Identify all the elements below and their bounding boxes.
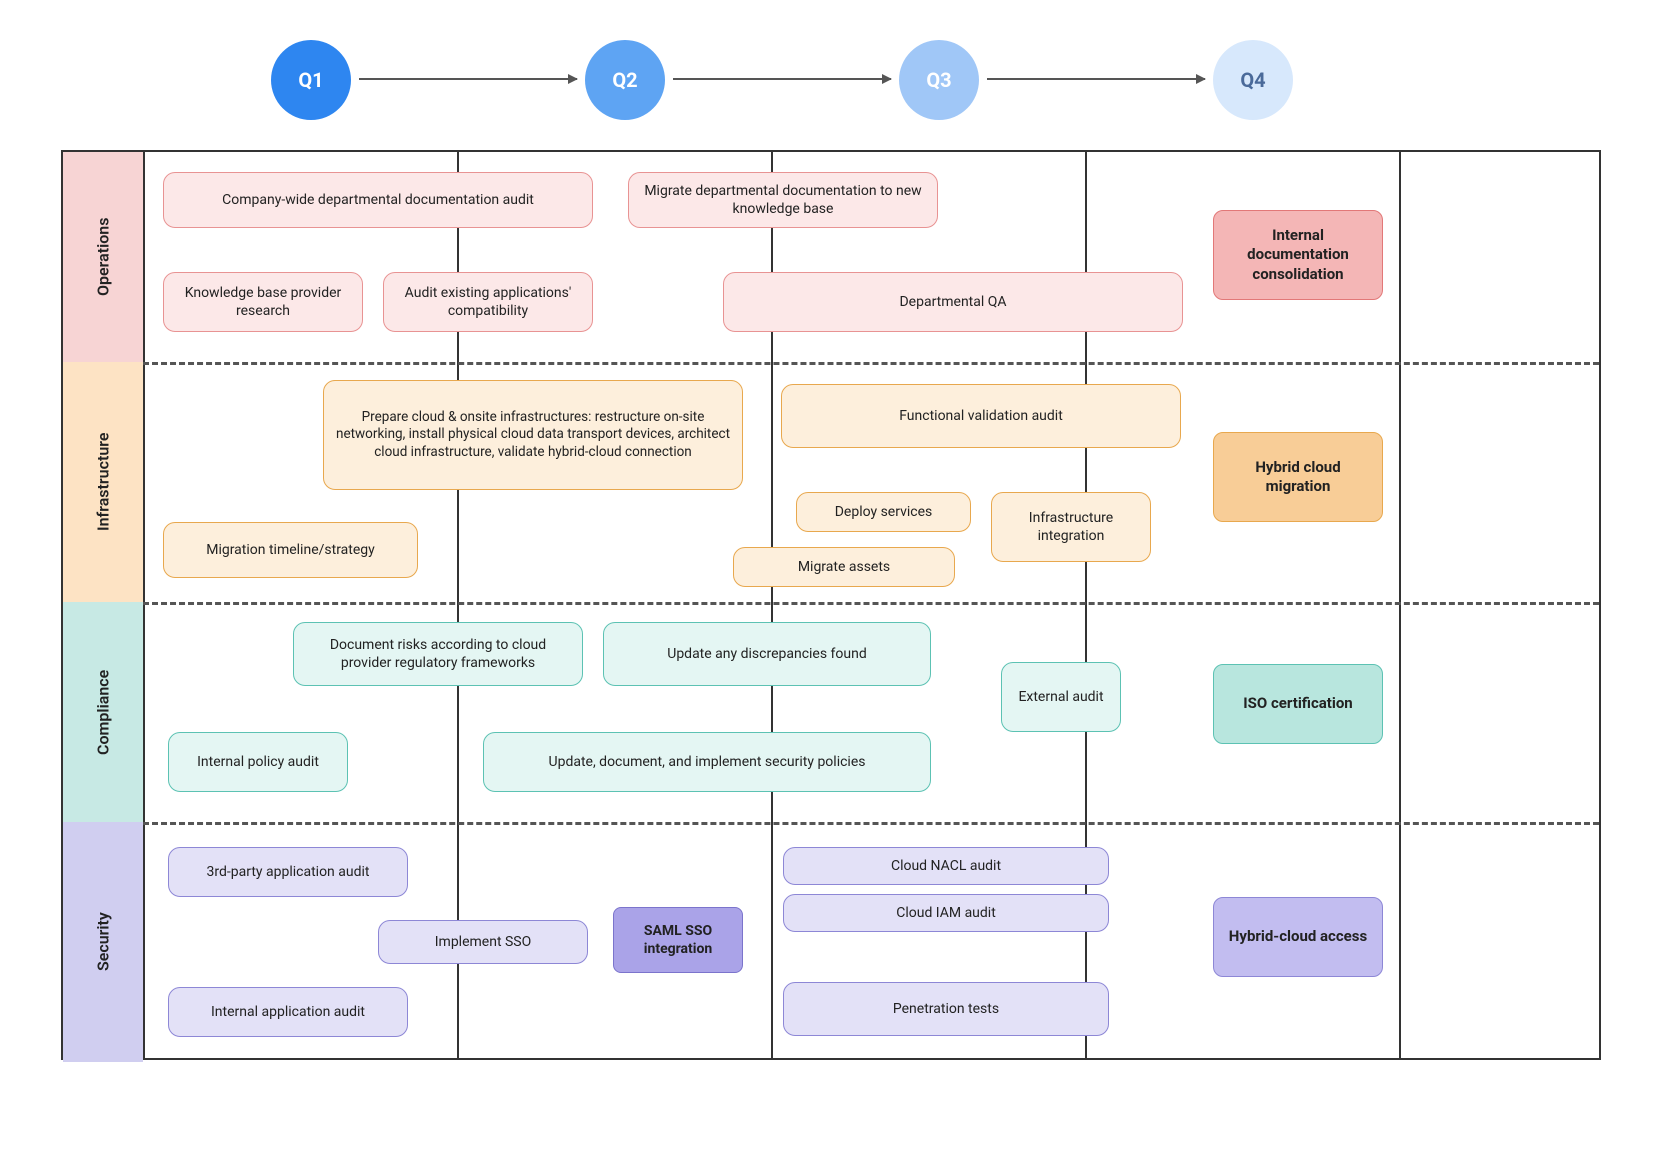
task-sec-iam: Cloud IAM audit — [783, 894, 1109, 932]
task-sec-nacl: Cloud NACL audit — [783, 847, 1109, 885]
lane-sep-3 — [143, 822, 1599, 825]
lane-sep-1 — [143, 362, 1599, 365]
arrow-q2-q3 — [673, 78, 891, 80]
q2-circle: Q2 — [585, 40, 665, 120]
q4-circle: Q4 — [1213, 40, 1293, 120]
task-sec-3rd-party: 3rd-party application audit — [168, 847, 408, 897]
q3-circle: Q3 — [899, 40, 979, 120]
goal-sec: Hybrid-cloud access — [1213, 897, 1383, 977]
task-comp-doc-risks: Document risks according to cloud provid… — [293, 622, 583, 686]
task-comp-ext-audit: External audit — [1001, 662, 1121, 732]
task-ops-audit: Company-wide departmental documentation … — [163, 172, 593, 228]
task-ops-kb-research: Knowledge base provider research — [163, 272, 363, 332]
arrow-q3-q4 — [987, 78, 1205, 80]
arrow-q1-q2 — [359, 78, 577, 80]
task-infra-integration: Infrastructure integration — [991, 492, 1151, 562]
task-infra-timeline: Migration timeline/strategy — [163, 522, 418, 578]
col-line-0 — [143, 152, 145, 1058]
task-sec-internal-app: Internal application audit — [168, 987, 408, 1037]
task-comp-update-policies: Update, document, and implement security… — [483, 732, 931, 792]
lane-label-security: Security — [63, 822, 143, 1062]
task-infra-prepare: Prepare cloud & onsite infrastructures: … — [323, 380, 743, 490]
roadmap-grid: Operations Infrastructure Compliance Sec… — [61, 150, 1601, 1060]
task-sec-pentest: Penetration tests — [783, 982, 1109, 1036]
task-ops-dept-qa: Departmental QA — [723, 272, 1183, 332]
roadmap-diagram: Q1 Q2 Q3 Q4 Operations Infrastructure Co… — [61, 30, 1601, 1060]
task-comp-update-disc: Update any discrepancies found — [603, 622, 931, 686]
task-infra-deploy: Deploy services — [796, 492, 971, 532]
task-comp-internal-audit: Internal policy audit — [168, 732, 348, 792]
col-line-4 — [1399, 152, 1401, 1058]
task-sec-saml: SAML SSO integration — [613, 907, 743, 973]
task-infra-migrate-assets: Migrate assets — [733, 547, 955, 587]
lane-sep-2 — [143, 602, 1599, 605]
task-sec-impl-sso: Implement SSO — [378, 920, 588, 964]
q1-circle: Q1 — [271, 40, 351, 120]
task-infra-func-audit: Functional validation audit — [781, 384, 1181, 448]
quarter-header: Q1 Q2 Q3 Q4 — [141, 30, 1601, 150]
goal-infra: Hybrid cloud migration — [1213, 432, 1383, 522]
task-ops-app-compat: Audit existing applications' compatibili… — [383, 272, 593, 332]
goal-comp: ISO certification — [1213, 664, 1383, 744]
task-ops-migrate-docs: Migrate departmental documentation to ne… — [628, 172, 938, 228]
lane-label-compliance: Compliance — [63, 602, 143, 822]
lane-label-operations: Operations — [63, 152, 143, 362]
lane-label-infrastructure: Infrastructure — [63, 362, 143, 602]
goal-ops: Internal documentation consolidation — [1213, 210, 1383, 300]
